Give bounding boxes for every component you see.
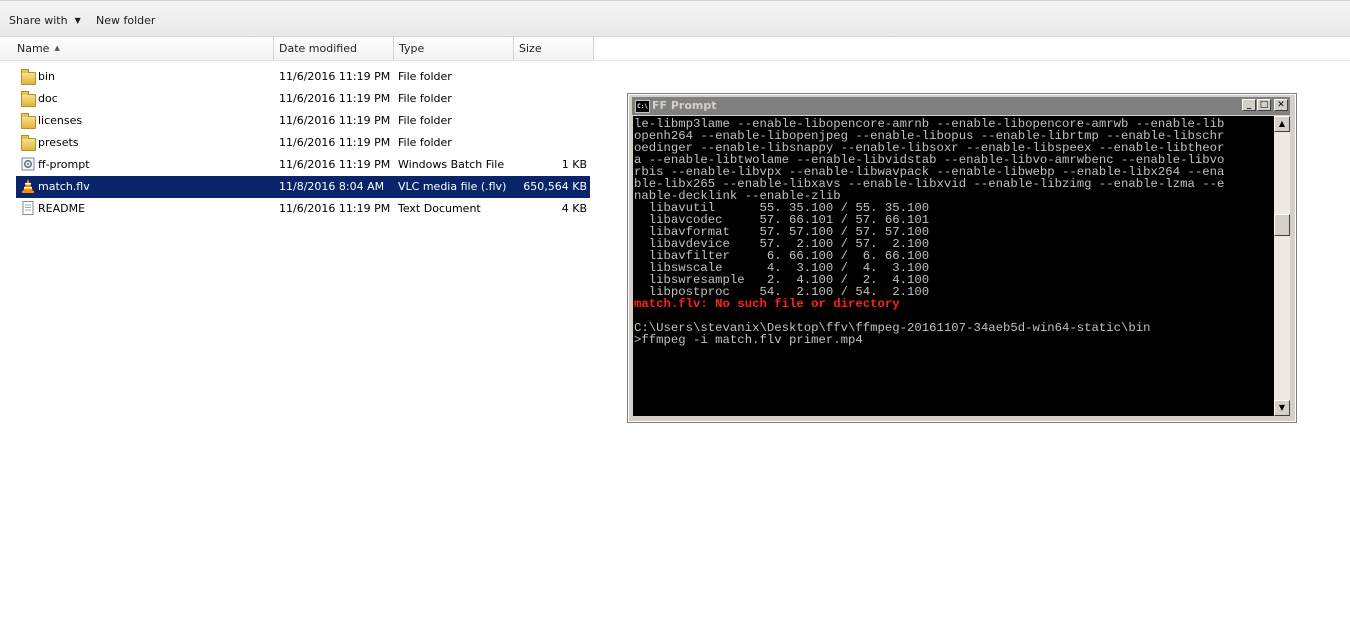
share-with-label: Share with: [9, 14, 68, 27]
column-header-size[interactable]: Size: [514, 37, 594, 60]
cmd-window-title: FF Prompt: [652, 99, 717, 112]
file-type: Windows Batch File: [398, 158, 505, 171]
file-date: 11/6/2016 11:19 PM: [279, 114, 391, 127]
file-type: VLC media file (.flv): [398, 180, 507, 193]
file-name: presets: [38, 136, 79, 149]
command-bar: Share with ▼ New folder: [0, 0, 1350, 37]
file-type: File folder: [398, 70, 452, 83]
column-header-name[interactable]: Name ▲: [0, 37, 274, 60]
scroll-thumb[interactable]: [1274, 214, 1290, 236]
column-header-date[interactable]: Date modified: [274, 37, 394, 60]
file-date: 11/8/2016 8:04 AM: [279, 180, 385, 193]
file-row[interactable]: ff-prompt 11/6/2016 11:19 PM Windows Bat…: [16, 154, 590, 176]
error-message: match.flv: No such file or directory: [634, 297, 900, 311]
text-document-icon: [20, 200, 36, 216]
new-folder-button[interactable]: New folder: [96, 14, 155, 27]
scroll-up-arrow-icon[interactable]: ▲: [1274, 116, 1290, 132]
file-row[interactable]: README 11/6/2016 11:19 PM Text Document …: [16, 198, 590, 220]
file-date: 11/6/2016 11:19 PM: [279, 70, 391, 83]
file-type: File folder: [398, 114, 452, 127]
file-size: 1 KB: [561, 158, 587, 171]
file-row[interactable]: presets 11/6/2016 11:19 PM File folder: [16, 132, 590, 154]
folder-icon: [20, 90, 36, 107]
cmd-title-bar[interactable]: C:\ FF Prompt _ □ ✕: [632, 97, 1290, 115]
file-date: 11/6/2016 11:19 PM: [279, 202, 391, 215]
column-header-type[interactable]: Type: [394, 37, 514, 60]
cmd-window[interactable]: C:\ FF Prompt _ □ ✕ le-libmp3lame --enab…: [627, 93, 1297, 423]
command-input[interactable]: >ffmpeg -i match.flv primer.mp4: [634, 333, 863, 347]
batch-file-icon: [20, 156, 36, 172]
scroll-down-arrow-icon[interactable]: ▼: [1274, 400, 1290, 416]
file-name: ff-prompt: [38, 158, 90, 171]
file-size: 4 KB: [561, 202, 587, 215]
file-row-selected[interactable]: match.flv 11/8/2016 8:04 AM VLC media fi…: [16, 176, 590, 198]
vlc-cone-icon: [20, 178, 36, 194]
maximize-button[interactable]: □: [1257, 99, 1271, 111]
file-row[interactable]: bin 11/6/2016 11:19 PM File folder: [16, 66, 590, 88]
file-size: 650,564 KB: [523, 180, 587, 193]
file-type: Text Document: [398, 202, 481, 215]
console-icon: C:\: [635, 100, 650, 113]
column-name-label: Name: [17, 42, 50, 55]
folder-icon: [20, 68, 36, 85]
share-with-button[interactable]: Share with ▼: [9, 14, 81, 27]
file-type: File folder: [398, 92, 452, 105]
file-date: 11/6/2016 11:19 PM: [279, 92, 391, 105]
file-name: bin: [38, 70, 56, 83]
column-header-bar: Name ▲ Date modified Type Size: [0, 37, 1350, 61]
cmd-scrollbar[interactable]: ▲ ▼: [1274, 116, 1290, 416]
file-row[interactable]: licenses 11/6/2016 11:19 PM File folder: [16, 110, 590, 132]
close-button[interactable]: ✕: [1274, 99, 1288, 111]
file-date: 11/6/2016 11:19 PM: [279, 158, 391, 171]
sort-ascending-icon: ▲: [54, 44, 60, 52]
console-output[interactable]: le-libmp3lame --enable-libopencore-amrnb…: [633, 116, 1274, 416]
minimize-button[interactable]: _: [1242, 99, 1256, 111]
file-name: match.flv: [38, 180, 90, 193]
chevron-down-icon: ▼: [74, 16, 81, 25]
folder-icon: [20, 112, 36, 129]
file-name: doc: [38, 92, 58, 105]
file-name: licenses: [38, 114, 83, 127]
file-row[interactable]: doc 11/6/2016 11:19 PM File folder: [16, 88, 590, 110]
file-type: File folder: [398, 136, 452, 149]
file-name: README: [38, 202, 86, 215]
folder-icon: [20, 134, 36, 151]
file-date: 11/6/2016 11:19 PM: [279, 136, 391, 149]
